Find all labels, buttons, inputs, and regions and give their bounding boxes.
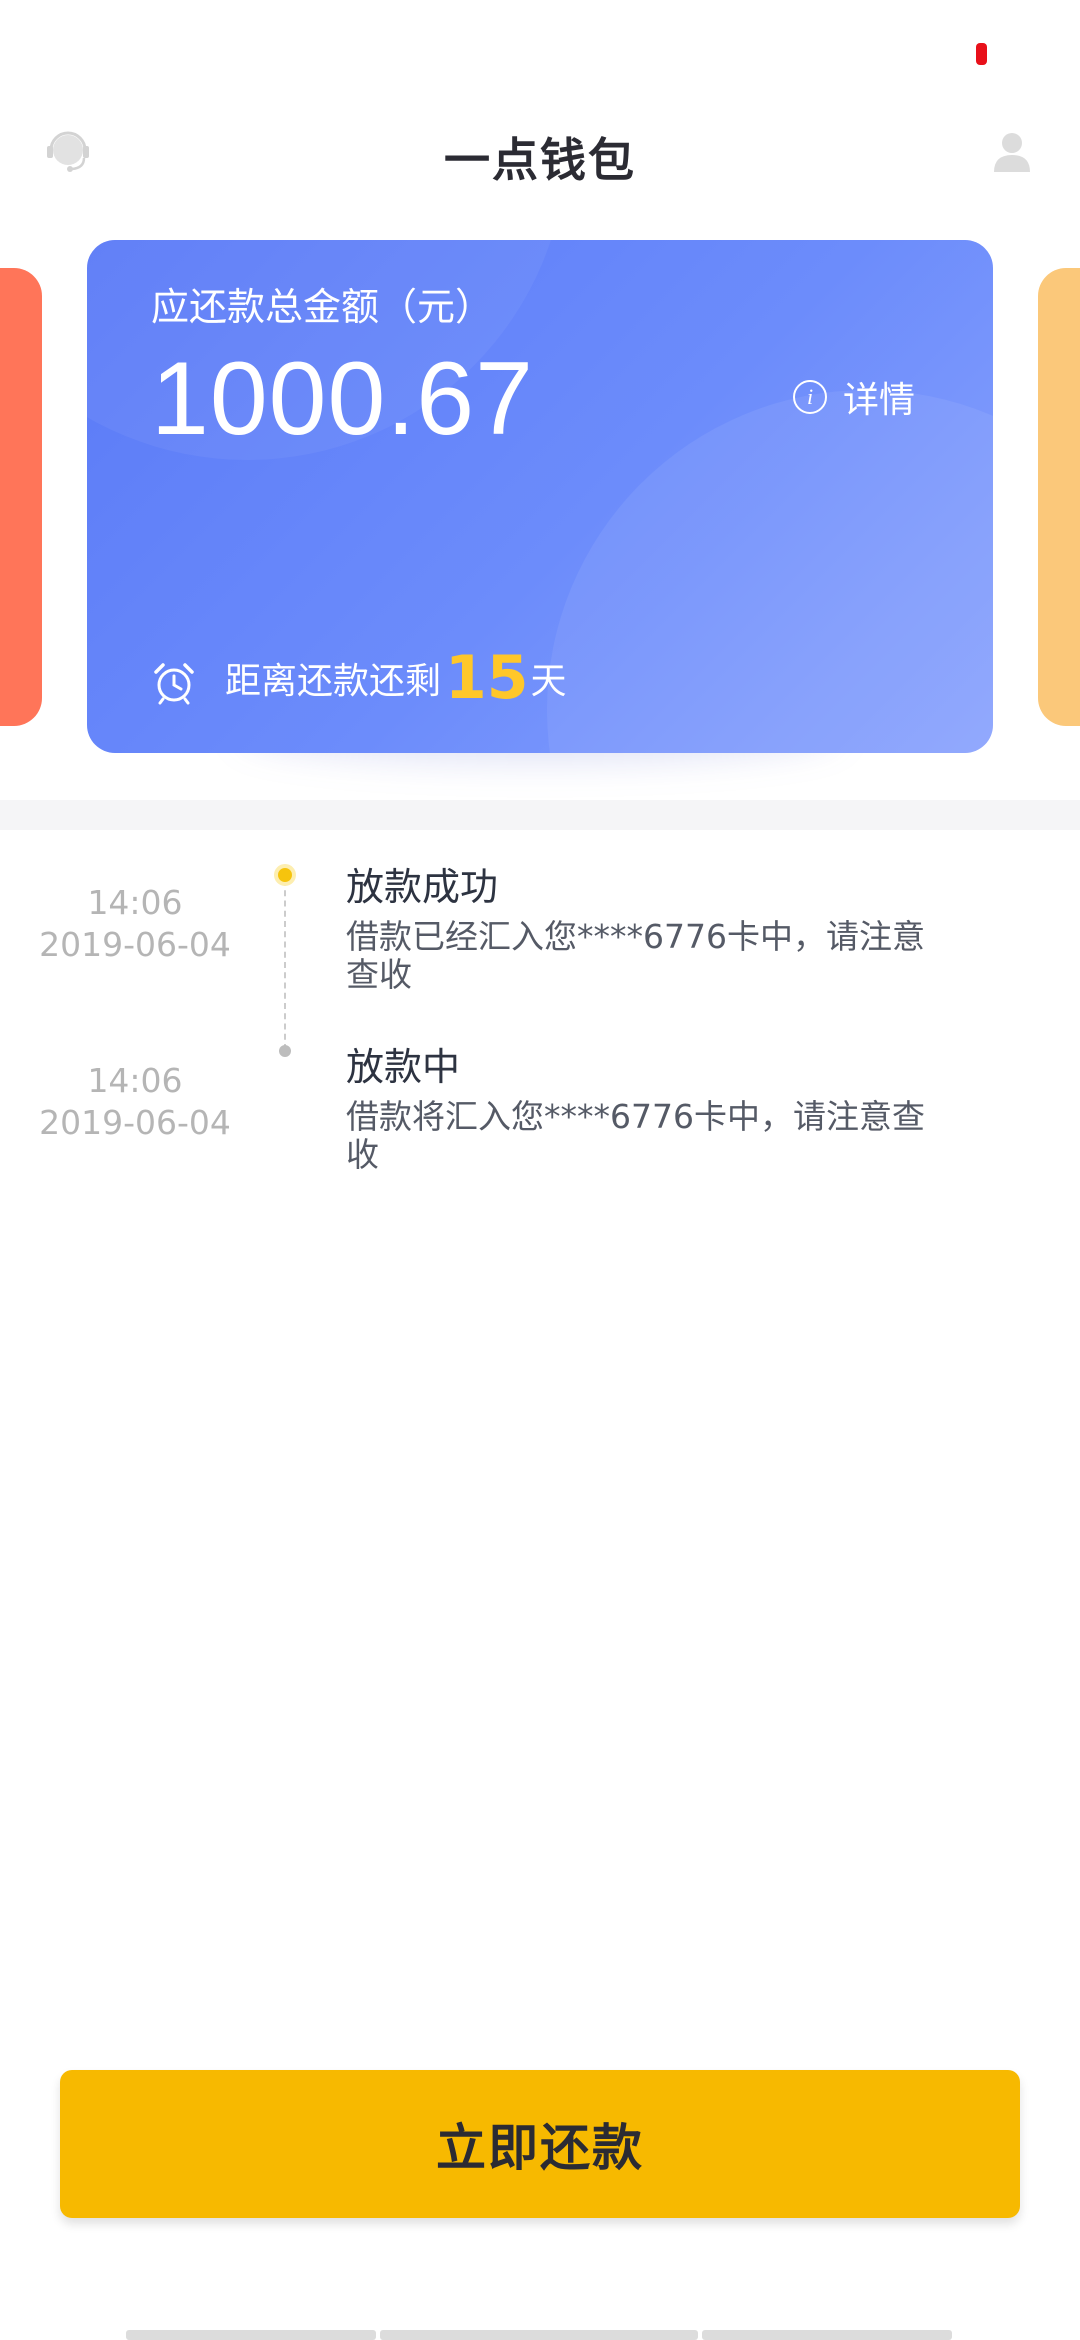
previous-card[interactable] xyxy=(0,268,42,726)
app-header: 一点钱包 xyxy=(0,110,1080,190)
details-link[interactable]: i 详情 xyxy=(793,375,915,421)
timeline-time: 14:06 xyxy=(87,883,183,922)
info-icon: i xyxy=(793,380,827,414)
timeline-time: 14:06 xyxy=(87,1061,183,1100)
card-decoration xyxy=(547,390,993,753)
timeline-date: 2019-06-04 xyxy=(39,1103,231,1142)
countdown-prefix: 距离还款还剩 xyxy=(225,661,442,702)
user-icon[interactable] xyxy=(986,126,1038,178)
alarm-clock-icon xyxy=(151,660,197,706)
status-indicator-icon xyxy=(976,43,987,65)
total-due-label: 应还款总金额（元） xyxy=(151,285,494,329)
indicator-bar xyxy=(126,2330,376,2340)
total-due-amount: 1000.67 xyxy=(151,341,534,457)
countdown-suffix: 天 xyxy=(530,661,567,702)
repayment-summary-card: 应还款总金额（元） 1000.67 i 详情 距离还款还剩 15 天 xyxy=(87,240,993,753)
next-card[interactable] xyxy=(1038,268,1080,726)
timeline-title: 放款中 xyxy=(346,1045,461,1089)
details-label: 详情 xyxy=(843,380,916,421)
indicator-bar xyxy=(702,2330,952,2340)
timeline-date: 2019-06-04 xyxy=(39,925,231,964)
countdown-days: 15 xyxy=(445,643,529,713)
timeline-title: 放款成功 xyxy=(346,865,499,909)
repay-now-button[interactable]: 立即还款 xyxy=(60,2070,1020,2218)
indicator-bar xyxy=(380,2330,698,2340)
page: 一点钱包 应还款总金额（元） 1000.67 i 详情 距离还款还剩 15 天 … xyxy=(0,0,1080,2340)
repayment-countdown: 距离还款还剩 15 天 xyxy=(151,640,567,710)
timeline-description: 借款已经汇入您****6776卡中，请注意查收 xyxy=(346,917,925,994)
timeline-connector xyxy=(284,880,286,1050)
page-title: 一点钱包 xyxy=(444,133,636,187)
section-divider xyxy=(0,800,1080,830)
timeline-description: 借款将汇入您****6776卡中，请注意查收 xyxy=(346,1097,925,1174)
timeline-dot-active xyxy=(274,864,296,886)
timeline-dot xyxy=(279,1045,291,1057)
